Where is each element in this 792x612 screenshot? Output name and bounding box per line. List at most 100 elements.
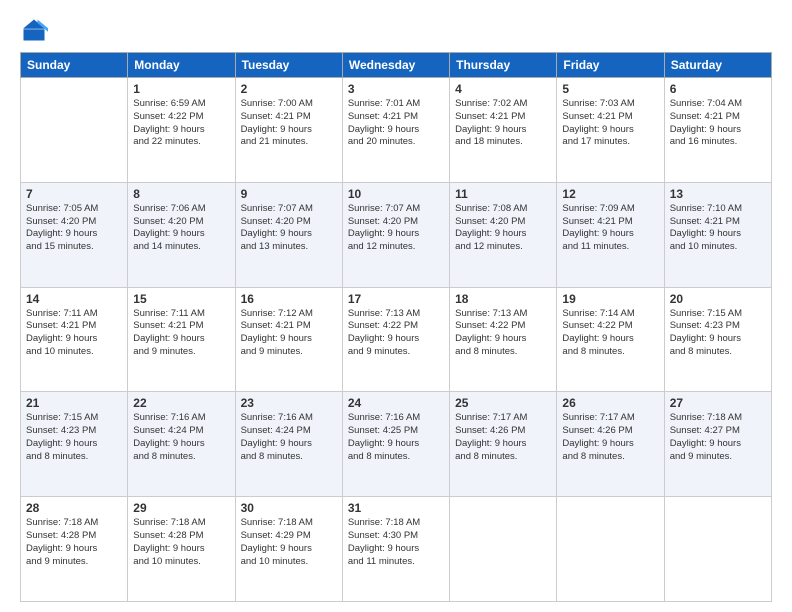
calendar-cell: 9 Sunrise: 7:07 AMSunset: 4:20 PMDaylight… — [235, 182, 342, 287]
calendar-cell: 5 Sunrise: 7:03 AMSunset: 4:21 PMDaylight… — [557, 78, 664, 183]
header — [20, 16, 772, 44]
calendar-cell — [664, 497, 771, 602]
logo-icon — [20, 16, 48, 44]
calendar-cell: 13Sunrise: 7:10 AMSunset: 4:21 PMDayligh… — [664, 182, 771, 287]
day-number: 23 — [241, 396, 337, 410]
day-info: Sunrise: 7:10 AMSunset: 4:21 PMDaylight:… — [670, 203, 766, 254]
day-info: Sunrise: 7:18 AMSunset: 4:27 PMDaylight:… — [670, 412, 766, 463]
day-number: 25 — [455, 396, 551, 410]
calendar-cell: 4 Sunrise: 7:02 AMSunset: 4:21 PMDaylight… — [450, 78, 557, 183]
calendar-cell: 30 Sunrise: 7:18 AMSunset: 4:29 PMDayligh… — [235, 497, 342, 602]
day-info: Sunrise: 7:15 AMSunset: 4:23 PMDaylight:… — [26, 412, 122, 463]
day-info: Sunrise: 7:06 AMSunset: 4:20 PMDaylight:… — [133, 203, 229, 254]
calendar-cell: 18 Sunrise: 7:13 AMSunset: 4:22 PMDayligh… — [450, 287, 557, 392]
day-info: Sunrise: 7:07 AMSunset: 4:20 PMDaylight:… — [241, 203, 337, 254]
day-number: 12 — [562, 187, 658, 201]
weekday-saturday: Saturday — [664, 53, 771, 78]
day-info: Sunrise: 7:18 AMSunset: 4:28 PMDaylight:… — [133, 517, 229, 568]
calendar-cell: 21 Sunrise: 7:15 AMSunset: 4:23 PMDayligh… — [21, 392, 128, 497]
day-number: 27 — [670, 396, 766, 410]
day-number: 9 — [241, 187, 337, 201]
calendar-cell: 26 Sunrise: 7:17 AMSunset: 4:26 PMDayligh… — [557, 392, 664, 497]
weekday-friday: Friday — [557, 53, 664, 78]
calendar-cell — [21, 78, 128, 183]
calendar-cell: 24 Sunrise: 7:16 AMSunset: 4:25 PMDayligh… — [342, 392, 449, 497]
day-info: Sunrise: 7:14 AMSunset: 4:22 PMDaylight:… — [562, 308, 658, 359]
day-info: Sunrise: 7:18 AMSunset: 4:29 PMDaylight:… — [241, 517, 337, 568]
day-number: 24 — [348, 396, 444, 410]
day-number: 21 — [26, 396, 122, 410]
calendar-cell: 20 Sunrise: 7:15 AMSunset: 4:23 PMDayligh… — [664, 287, 771, 392]
calendar-cell: 29 Sunrise: 7:18 AMSunset: 4:28 PMDayligh… — [128, 497, 235, 602]
day-number: 7 — [26, 187, 122, 201]
calendar-week-row: 1Sunrise: 6:59 AMSunset: 4:22 PMDaylight… — [21, 78, 772, 183]
weekday-header-row: SundayMondayTuesdayWednesdayThursdayFrid… — [21, 53, 772, 78]
day-number: 26 — [562, 396, 658, 410]
day-info: Sunrise: 7:12 AMSunset: 4:21 PMDaylight:… — [241, 308, 337, 359]
calendar-cell: 27 Sunrise: 7:18 AMSunset: 4:27 PMDayligh… — [664, 392, 771, 497]
day-info: Sunrise: 7:09 AMSunset: 4:21 PMDaylight:… — [562, 203, 658, 254]
calendar: SundayMondayTuesdayWednesdayThursdayFrid… — [20, 52, 772, 602]
day-info: Sunrise: 7:00 AMSunset: 4:21 PMDaylight:… — [241, 98, 337, 149]
calendar-cell: 11Sunrise: 7:08 AMSunset: 4:20 PMDayligh… — [450, 182, 557, 287]
day-info: Sunrise: 7:13 AMSunset: 4:22 PMDaylight:… — [455, 308, 551, 359]
day-number: 11 — [455, 187, 551, 201]
calendar-cell: 31 Sunrise: 7:18 AMSunset: 4:30 PMDayligh… — [342, 497, 449, 602]
day-info: Sunrise: 7:18 AMSunset: 4:30 PMDaylight:… — [348, 517, 444, 568]
calendar-cell: 14Sunrise: 7:11 AMSunset: 4:21 PMDayligh… — [21, 287, 128, 392]
weekday-monday: Monday — [128, 53, 235, 78]
calendar-cell: 28Sunrise: 7:18 AMSunset: 4:28 PMDayligh… — [21, 497, 128, 602]
day-info: Sunrise: 7:11 AMSunset: 4:21 PMDaylight:… — [26, 308, 122, 359]
day-number: 15 — [133, 292, 229, 306]
weekday-sunday: Sunday — [21, 53, 128, 78]
day-info: Sunrise: 7:13 AMSunset: 4:22 PMDaylight:… — [348, 308, 444, 359]
calendar-cell: 2 Sunrise: 7:00 AMSunset: 4:21 PMDaylight… — [235, 78, 342, 183]
day-number: 31 — [348, 501, 444, 515]
calendar-week-row: 7 Sunrise: 7:05 AMSunset: 4:20 PMDaylight… — [21, 182, 772, 287]
calendar-week-row: 21 Sunrise: 7:15 AMSunset: 4:23 PMDayligh… — [21, 392, 772, 497]
day-info: Sunrise: 7:02 AMSunset: 4:21 PMDaylight:… — [455, 98, 551, 149]
day-info: Sunrise: 7:16 AMSunset: 4:24 PMDaylight:… — [133, 412, 229, 463]
weekday-wednesday: Wednesday — [342, 53, 449, 78]
day-number: 20 — [670, 292, 766, 306]
day-number: 19 — [562, 292, 658, 306]
calendar-cell: 7 Sunrise: 7:05 AMSunset: 4:20 PMDaylight… — [21, 182, 128, 287]
calendar-cell: 6Sunrise: 7:04 AMSunset: 4:21 PMDaylight… — [664, 78, 771, 183]
day-info: Sunrise: 7:01 AMSunset: 4:21 PMDaylight:… — [348, 98, 444, 149]
day-number: 1 — [133, 82, 229, 96]
calendar-cell — [450, 497, 557, 602]
calendar-cell: 23 Sunrise: 7:16 AMSunset: 4:24 PMDayligh… — [235, 392, 342, 497]
calendar-cell: 12 Sunrise: 7:09 AMSunset: 4:21 PMDayligh… — [557, 182, 664, 287]
calendar-cell: 19 Sunrise: 7:14 AMSunset: 4:22 PMDayligh… — [557, 287, 664, 392]
day-number: 29 — [133, 501, 229, 515]
day-number: 4 — [455, 82, 551, 96]
day-number: 8 — [133, 187, 229, 201]
day-number: 16 — [241, 292, 337, 306]
day-number: 18 — [455, 292, 551, 306]
day-number: 3 — [348, 82, 444, 96]
day-number: 10 — [348, 187, 444, 201]
day-info: Sunrise: 7:17 AMSunset: 4:26 PMDaylight:… — [562, 412, 658, 463]
day-info: Sunrise: 7:17 AMSunset: 4:26 PMDaylight:… — [455, 412, 551, 463]
weekday-thursday: Thursday — [450, 53, 557, 78]
page: SundayMondayTuesdayWednesdayThursdayFrid… — [0, 0, 792, 612]
calendar-cell: 17Sunrise: 7:13 AMSunset: 4:22 PMDayligh… — [342, 287, 449, 392]
day-info: Sunrise: 7:15 AMSunset: 4:23 PMDaylight:… — [670, 308, 766, 359]
calendar-cell — [557, 497, 664, 602]
day-info: Sunrise: 7:16 AMSunset: 4:24 PMDaylight:… — [241, 412, 337, 463]
day-number: 28 — [26, 501, 122, 515]
day-info: Sunrise: 7:16 AMSunset: 4:25 PMDaylight:… — [348, 412, 444, 463]
day-number: 30 — [241, 501, 337, 515]
calendar-cell: 25 Sunrise: 7:17 AMSunset: 4:26 PMDayligh… — [450, 392, 557, 497]
calendar-cell: 22Sunrise: 7:16 AMSunset: 4:24 PMDayligh… — [128, 392, 235, 497]
calendar-cell: 10Sunrise: 7:07 AMSunset: 4:20 PMDayligh… — [342, 182, 449, 287]
day-info: Sunrise: 7:05 AMSunset: 4:20 PMDaylight:… — [26, 203, 122, 254]
day-info: Sunrise: 7:03 AMSunset: 4:21 PMDaylight:… — [562, 98, 658, 149]
calendar-week-row: 28 Sunrise: 7:18 AMSunset: 4:28 PMDayligh… — [21, 497, 772, 602]
calendar-week-row: 14Sunrise: 7:11 AMSunset: 4:21 PMDayligh… — [21, 287, 772, 392]
day-number: 2 — [241, 82, 337, 96]
calendar-cell: 3 Sunrise: 7:01 AMSunset: 4:21 PMDaylight… — [342, 78, 449, 183]
day-number: 5 — [562, 82, 658, 96]
day-info: Sunrise: 7:11 AMSunset: 4:21 PMDaylight:… — [133, 308, 229, 359]
logo — [20, 16, 52, 44]
